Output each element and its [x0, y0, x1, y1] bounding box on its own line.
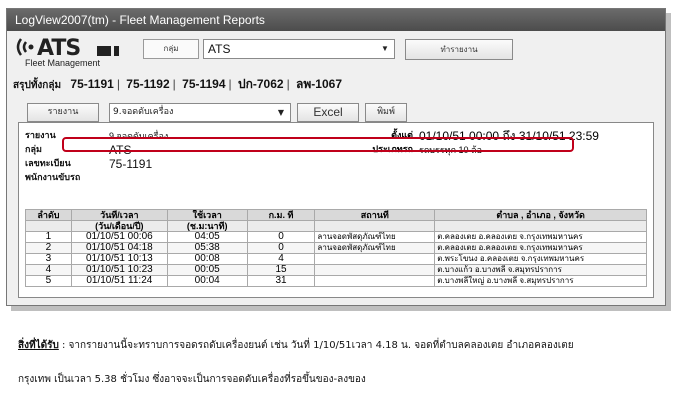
caption-heading: สิ่งที่ได้รับ: [18, 340, 59, 351]
cell-index: 3: [25, 253, 72, 265]
logo-bars-icon: [97, 46, 127, 56]
cell-location: ต.พระโขนง อ.คลองเตย จ.กรุงเทพมหานคร: [434, 253, 647, 265]
tab-separator: |: [172, 77, 176, 91]
top-toolbar: ATS Fleet Management กลุ่ม ATS ▼ ทำรายงา…: [7, 31, 665, 73]
cell-location: ต.คลองเตย อ.คลองเตย จ.กรุงเทพมหานคร: [434, 242, 647, 254]
column-header: วันที่/เวลา: [70, 209, 168, 221]
caption-text-1: : จากรายงานนี้จะทราบการจอดรถดับเครื่องยน…: [58, 340, 574, 351]
tab-75-1191[interactable]: 75-1191: [70, 73, 113, 95]
column-header: ใช้เวลา: [166, 209, 248, 221]
cell-datetime: 01/10/51 00:06: [70, 231, 168, 243]
excel-button[interactable]: Excel: [297, 103, 359, 122]
chevron-down-icon[interactable]: ▼: [378, 41, 392, 57]
vehicle-tabs: สรุปทั้งกลุ่ม 75-1191 | 75-1192 | 75-1194 |…: [7, 73, 665, 95]
column-header: ลำดับ: [25, 209, 72, 221]
window-title: LogView2007(tm) - Fleet Management Repor…: [7, 9, 665, 31]
cell-datetime: 01/10/51 11:24: [70, 275, 168, 287]
tab-separator: |: [228, 77, 232, 91]
cell-index: 2: [25, 242, 72, 254]
table-row[interactable]: 3 01/10/51 10:13 00:08 4 ต.พระโขนง อ.คลอ…: [25, 253, 647, 265]
driver-label: พนักงานขับรถ: [25, 173, 81, 183]
cell-km: 31: [246, 275, 316, 287]
table-row[interactable]: 5 01/10/51 11:24 00:04 31 ต.บางพลีใหญ่ อ…: [25, 275, 647, 287]
run-report-button[interactable]: ทำรายงาน: [405, 39, 513, 60]
chevron-down-icon[interactable]: ▼: [274, 105, 288, 121]
column-subheader: [246, 220, 316, 232]
table-row[interactable]: 4 01/10/51 10:23 00:05 15 ต.บางแก้ว อ.บา…: [25, 264, 647, 276]
report-type-select[interactable]: 9.จอดดับเครื่อง ▼: [109, 103, 291, 122]
cell-datetime: 01/10/51 10:13: [70, 253, 168, 265]
table-row[interactable]: 2 01/10/51 04:18 05:38 0 ลานจอดพัสดุภัณฑ…: [25, 242, 647, 254]
cell-place: [314, 253, 436, 265]
cell-location: ต.คลองเตย อ.คลองเตย จ.กรุงเทพมหานคร: [434, 231, 647, 243]
cell-duration: 00:08: [166, 253, 248, 265]
column-header: สถานที่: [314, 209, 436, 221]
column-subheader: [434, 220, 647, 232]
column-subheader: (วัน/เดือน/ปี): [70, 220, 168, 232]
plate-value: 75-1191: [109, 157, 153, 171]
tab-lp-1067[interactable]: ลพ-1067: [296, 73, 342, 95]
cell-index: 5: [25, 275, 72, 287]
column-header: ตำบล , อำเภอ , จังหวัด: [434, 209, 647, 221]
cell-km: 0: [246, 231, 316, 243]
ats-logo: ATS Fleet Management: [11, 34, 143, 70]
signal-icon: [16, 38, 34, 56]
print-button[interactable]: พิมพ์: [365, 103, 407, 122]
table-row[interactable]: 1 01/10/51 00:06 04:05 0 ลานจอดพัสดุภัณฑ…: [25, 231, 647, 243]
group-select[interactable]: ATS ▼: [203, 39, 395, 59]
cell-location: ต.บางแก้ว อ.บางพลี จ.สมุทรปราการ: [434, 264, 647, 276]
cell-km: 15: [246, 264, 316, 276]
cell-datetime: 01/10/51 10:23: [70, 264, 168, 276]
cell-duration: 05:38: [166, 242, 248, 254]
plate-label: เลขทะเบียน: [25, 159, 71, 169]
cell-index: 1: [25, 231, 72, 243]
cell-place: ลานจอดพัสดุภัณฑ์ไทย: [314, 231, 436, 243]
cell-duration: 00:04: [166, 275, 248, 287]
cell-km: 0: [246, 242, 316, 254]
group-label: กลุ่ม: [143, 39, 199, 59]
cell-duration: 04:05: [166, 231, 248, 243]
group-select-value: ATS: [208, 42, 231, 56]
tab-75-1194[interactable]: 75-1194: [182, 73, 225, 95]
tab-pk-7062[interactable]: ปก-7062: [238, 73, 284, 95]
column-subheader: [25, 220, 72, 232]
caption-text-2: กรุงเทพ เป็นเวลา 5.38 ชั่วโมง ซึ่งอาจจะเ…: [18, 374, 366, 385]
cell-datetime: 01/10/51 04:18: [70, 242, 168, 254]
cell-index: 4: [25, 264, 72, 276]
cell-duration: 00:05: [166, 264, 248, 276]
table-subheader-row: (วัน/เดือน/ปี) (ช.ม:นาที): [25, 220, 647, 232]
report-button[interactable]: รายงาน: [27, 103, 99, 122]
table-header-row: ลำดับ วันที่/เวลา ใช้เวลา ก.ม. ที่ สถานท…: [25, 209, 647, 221]
tab-summary[interactable]: สรุปทั้งกลุ่ม: [13, 75, 61, 97]
cell-place: [314, 264, 436, 276]
column-subheader: [314, 220, 436, 232]
cell-place: ลานจอดพัสดุภัณฑ์ไทย: [314, 242, 436, 254]
column-subheader: (ช.ม:นาที): [166, 220, 248, 232]
cell-place: [314, 275, 436, 287]
tab-separator: |: [286, 77, 290, 91]
column-header: ก.ม. ที่: [246, 209, 316, 221]
tab-75-1192[interactable]: 75-1192: [126, 73, 169, 95]
row-highlight-outline: [62, 137, 574, 152]
cell-km: 4: [246, 253, 316, 265]
tab-separator: |: [116, 77, 120, 91]
caption-line-1: สิ่งที่ได้รับ : จากรายงานนี้จะทราบการจอด…: [18, 338, 668, 354]
logo-subtitle: Fleet Management: [25, 58, 101, 68]
cell-location: ต.บางพลีใหญ่ อ.บางพลี จ.สมุทรปราการ: [434, 275, 647, 287]
stop-report-table: ลำดับ วันที่/เวลา ใช้เวลา ก.ม. ที่ สถานท…: [25, 209, 647, 287]
report-type-value: 9.จอดดับเครื่อง: [113, 107, 174, 117]
